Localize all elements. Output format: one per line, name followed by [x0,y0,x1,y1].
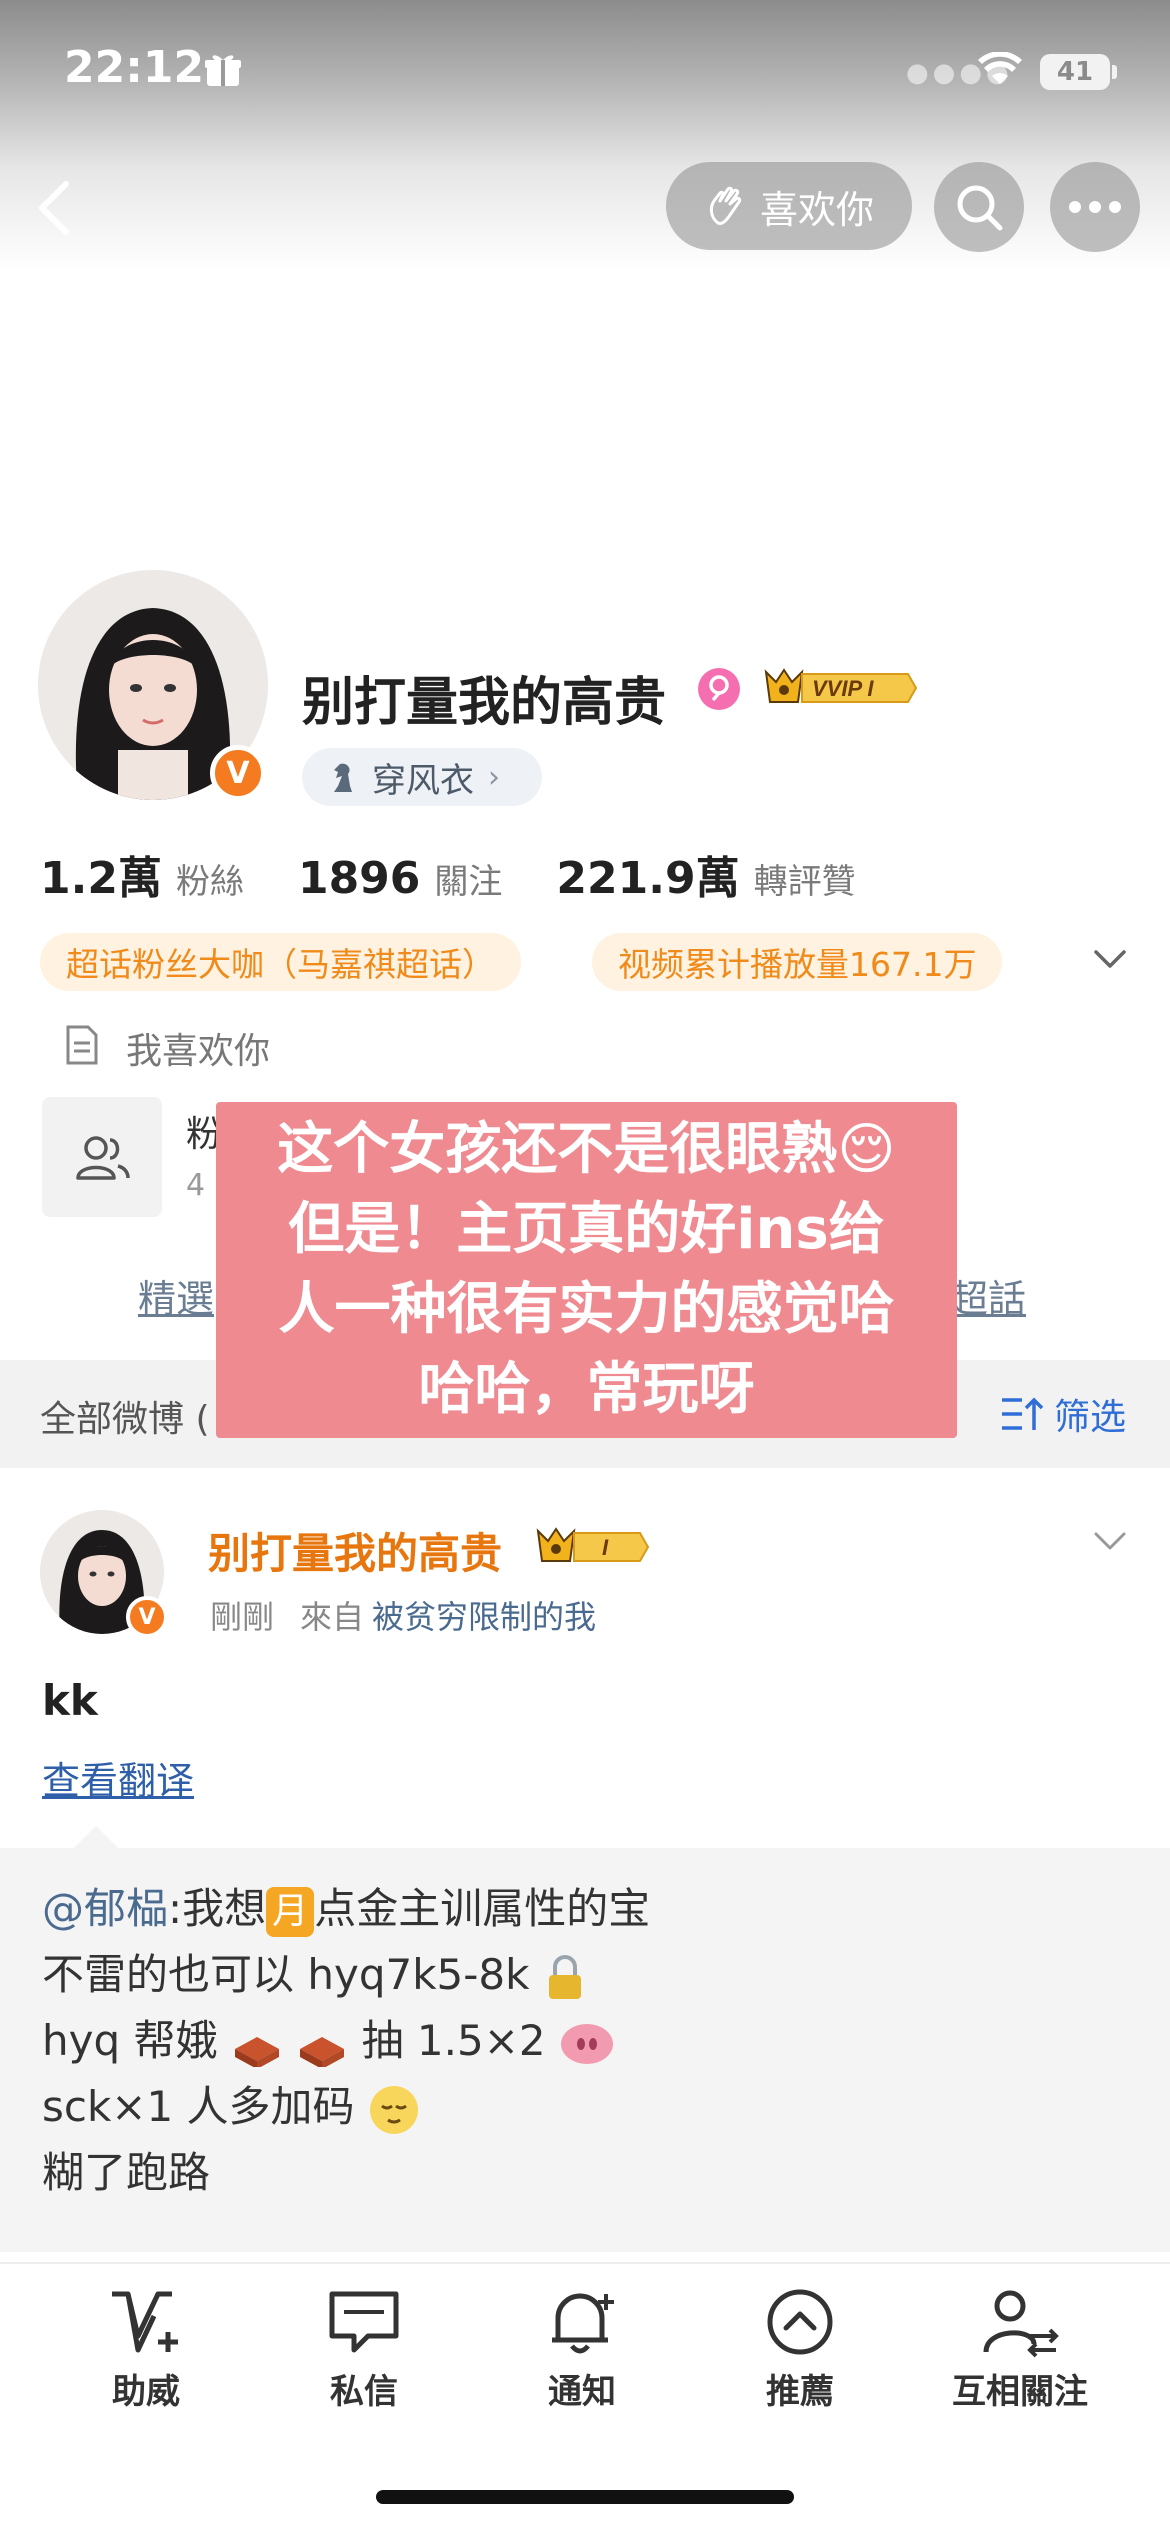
battery-indicator: 41 [1040,54,1110,90]
vip-level-text: I [602,1535,609,1560]
repost-line-1: @郁榀:我想月点金主训属性的宝 [42,1876,650,1942]
nav-cheer-label: 助威 [112,2372,180,2412]
nav-mutual-follow-label: 互相關注 [952,2372,1088,2412]
repost-text: 点金主训属性的宝 [314,1884,651,1933]
more-dots-icon [1069,201,1121,213]
brick-emoji-icon [234,2036,279,2067]
supertopic-fan-badge[interactable]: 超话粉丝大咖（马嘉祺超话） [40,933,521,991]
repost-line-3: hyq 帮娥 抽 1.5×2 [42,2008,615,2074]
like-you-button[interactable]: 喜欢你 [666,162,912,250]
tab-all-posts[interactable]: 全部微博 ( [40,1390,210,1442]
profile-stats: 1.2萬 粉絲 1896 關注 221.9萬 轉評贊 [40,842,910,906]
fan-group-sub: 4 [186,1168,206,1203]
post-text: kk [42,1676,98,1725]
wifi-icon [978,52,1022,84]
verified-v-icon: V [126,1596,168,1638]
back-icon[interactable] [30,178,80,238]
nav-mutual-follow[interactable]: 互相關注 [940,2286,1100,2413]
interactions-label: 轉評贊 [753,862,856,902]
caption-line-3: 人一种很有实力的感觉哈 [278,1277,895,1342]
vvip-badge-icon: VVIP I [764,668,918,703]
interactions-count: 221.9萬 [556,853,740,904]
profile-intro: 我喜欢你 [126,1031,271,1072]
following-label: 關注 [434,862,503,902]
home-indicator [376,2490,794,2504]
repost-line-2: 不雷的也可以 hyq7k5-8k [42,1942,587,2008]
bell-icon [552,2293,614,2354]
nav-notification[interactable]: 通知 [502,2286,662,2413]
pig-emoji-icon [561,2023,613,2064]
caption-line-4: 哈哈，常玩呀 [418,1357,755,1422]
like-you-label: 喜欢你 [759,187,874,232]
verified-v-icon: V [210,745,266,801]
translate-link[interactable]: 查看翻译 [42,1750,194,1805]
recommend-icon [767,2289,833,2355]
nav-recommend-label: 推薦 [766,2372,834,2412]
repost-line-4: sck×1 人多加码 [42,2074,420,2140]
chevron-down-icon[interactable] [1090,944,1130,974]
more-button[interactable] [1050,162,1140,252]
filter-button[interactable]: 筛选 [1000,1388,1126,1440]
filter-icon [1002,1397,1044,1430]
message-icon [329,2291,399,2353]
caption-sticker: 这个女孩还不是很眼熟😌 但是！主页真的好ins给 人一种很有实力的感觉哈 哈哈，… [216,1102,957,1438]
video-plays-badge[interactable]: 视频累计播放量167.1万 [592,933,1003,991]
following-count[interactable]: 1896 [298,853,420,904]
chess-knight-icon [334,763,352,792]
followers-count[interactable]: 1.2萬 [40,842,162,906]
hand-icon [709,186,742,225]
document-icon [66,1025,98,1065]
filter-label: 筛选 [1054,1397,1127,1438]
lock-emoji-icon [548,1954,581,1999]
fan-group-icon-box[interactable] [42,1097,162,1217]
nav-cheer[interactable]: 助威 [66,2286,226,2413]
tag-label: 穿风衣 [372,760,474,801]
nav-recommend[interactable]: 推薦 [720,2286,880,2413]
nav-message[interactable]: 私信 [284,2286,444,2413]
featured-link[interactable]: 精選 [138,1268,214,1323]
mutual-follow-icon [983,2290,1059,2358]
post-author-name[interactable]: 别打量我的高贵 [208,1520,502,1581]
repost-text: 抽 1.5×2 [361,2016,546,2065]
nav-notification-label: 通知 [548,2372,616,2412]
post-source[interactable]: 被贫穷限制的我 [372,1592,596,1638]
gift-icon [205,55,241,86]
relieved-face-emoji-icon [369,2085,418,2134]
repost-line-5: 糊了跑路 [42,2148,211,2197]
bottom-nav-divider [0,2262,1170,2264]
repost-caret [72,1826,120,1850]
profile-name: 别打量我的高贵 [302,673,667,733]
brick-emoji-icon [300,2036,345,2067]
post-menu-chevron-icon[interactable] [1090,1526,1130,1556]
repost-text: sck×1 人多加码 [42,2082,355,2131]
female-gender-icon [698,668,740,710]
caption-line-1: 这个女孩还不是很眼熟😌 [277,1117,896,1182]
repost-text: hyq 帮娥 [42,2016,218,2065]
search-icon [957,185,1003,231]
repost-mention[interactable]: @郁榀 [42,1884,168,1933]
nav-message-label: 私信 [330,2372,398,2412]
group-icon [76,1136,130,1180]
status-time: 22:12 [64,42,205,93]
tag-pill[interactable]: 穿风衣 › [302,748,542,806]
search-button[interactable] [934,162,1024,252]
repost-text: :我想 [168,1884,267,1933]
v-plus-icon [112,2291,178,2353]
chevron-right-icon: › [488,759,500,795]
supertopic-link[interactable]: 超話 [950,1268,1026,1323]
repost-box[interactable]: @郁榀:我想月点金主训属性的宝 不雷的也可以 hyq7k5-8k hyq 帮娥 … [0,1848,1170,2252]
post-source-prefix: 來自 [300,1598,365,1636]
vip-badge-icon: I [536,1527,650,1562]
followers-label: 粉絲 [175,862,244,902]
vvip-text: VVIP I [812,676,874,701]
month-emoji-icon: 月 [266,1886,315,1937]
post-time: 剛剛 [210,1598,275,1636]
caption-line-2: 但是！主页真的好ins给 [288,1197,885,1262]
battery-tip [1112,65,1117,79]
repost-text: 不雷的也可以 hyq7k5-8k [42,1950,530,1999]
